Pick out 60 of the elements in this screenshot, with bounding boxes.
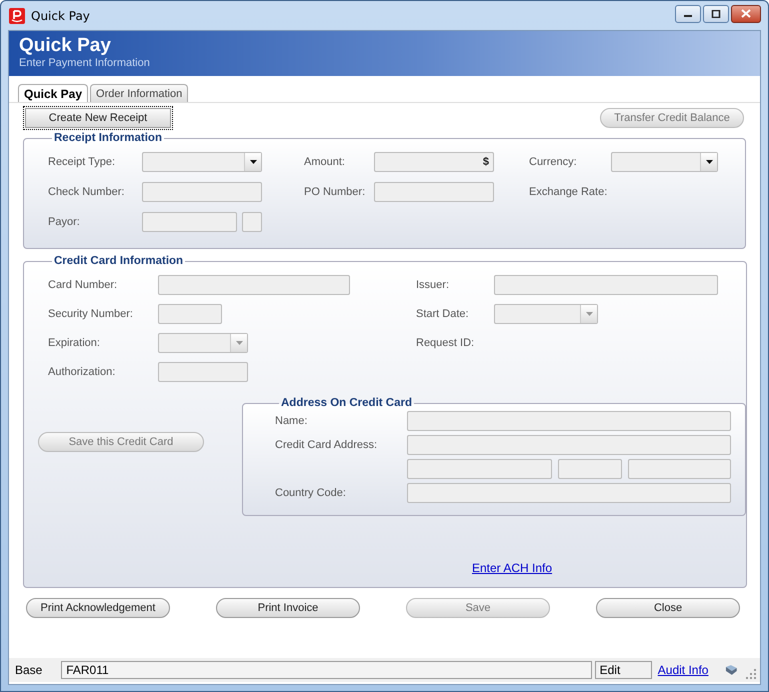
minimize-button[interactable]	[675, 4, 701, 22]
close-icon	[740, 9, 752, 18]
field-label: Card Number:	[48, 278, 118, 293]
action-button[interactable]: Print Invoice	[216, 598, 360, 618]
input-field[interactable]	[142, 182, 262, 202]
field-label: Currency:	[529, 155, 578, 170]
input-field[interactable]	[407, 435, 731, 455]
amount-field[interactable]: $	[374, 152, 494, 172]
city-field[interactable]	[407, 459, 552, 479]
window-title: Quick Pay	[31, 8, 90, 22]
tab[interactable]: Order Information	[90, 84, 188, 102]
field-label: Issuer:	[416, 278, 450, 293]
dropdown[interactable]	[158, 333, 248, 353]
field-label: PO Number:	[304, 185, 366, 200]
dropdown[interactable]	[494, 304, 598, 324]
field-label: Amount:	[304, 155, 346, 170]
input-field[interactable]	[374, 182, 494, 202]
field-label: Expiration:	[48, 336, 101, 351]
status-state: Edit	[594, 661, 652, 679]
field-label: Name:	[275, 414, 308, 429]
input-field[interactable]	[407, 411, 731, 431]
input-field[interactable]	[407, 483, 731, 503]
page-subtitle: Enter Payment Information	[19, 57, 151, 69]
field-label: Start Date:	[416, 307, 470, 322]
app-logo-icon	[9, 8, 25, 24]
create-receipt-button[interactable]: Create New Receipt	[25, 108, 171, 128]
field-label: Check Number:	[48, 185, 126, 200]
field-label: Country Code:	[275, 486, 347, 501]
field-label: Security Number:	[48, 307, 134, 322]
status-mode: Base	[14, 663, 44, 677]
status-code: FAR011	[61, 661, 592, 679]
input-field[interactable]	[494, 275, 718, 295]
close-button[interactable]	[731, 4, 761, 22]
audit-info-link[interactable]: Audit Info	[658, 663, 708, 677]
page-title: Quick Pay	[19, 35, 112, 57]
state-field[interactable]	[558, 459, 622, 479]
input-field[interactable]	[158, 304, 222, 324]
field-label: Credit Card Address:	[275, 438, 378, 453]
input-field[interactable]	[158, 275, 350, 295]
resize-grip-icon[interactable]	[746, 669, 756, 679]
field-label: Authorization:	[48, 365, 116, 380]
maximize-icon	[711, 10, 721, 18]
input-field[interactable]	[142, 212, 237, 232]
field-label: Payor:	[48, 215, 81, 230]
dropdown[interactable]	[142, 152, 262, 172]
field-label: Request ID:	[416, 336, 476, 351]
lookup-field[interactable]	[242, 212, 262, 232]
input-field[interactable]	[158, 362, 248, 382]
ach-info-link[interactable]: Enter ACH Info	[472, 561, 552, 575]
dropdown[interactable]	[611, 152, 718, 172]
tab[interactable]: Quick Pay	[18, 84, 88, 102]
field-label: Exchange Rate:	[529, 185, 608, 200]
section-title: Receipt Information	[53, 132, 163, 144]
section-title: Address On Credit Card	[280, 397, 413, 409]
action-button[interactable]: Print Acknowledgement	[26, 598, 170, 618]
section-title: Credit Card Information	[53, 255, 184, 267]
field-label: Receipt Type:	[48, 155, 116, 170]
maximize-button[interactable]	[703, 4, 729, 22]
zip-field[interactable]	[628, 459, 731, 479]
action-button[interactable]: Close	[596, 598, 740, 618]
